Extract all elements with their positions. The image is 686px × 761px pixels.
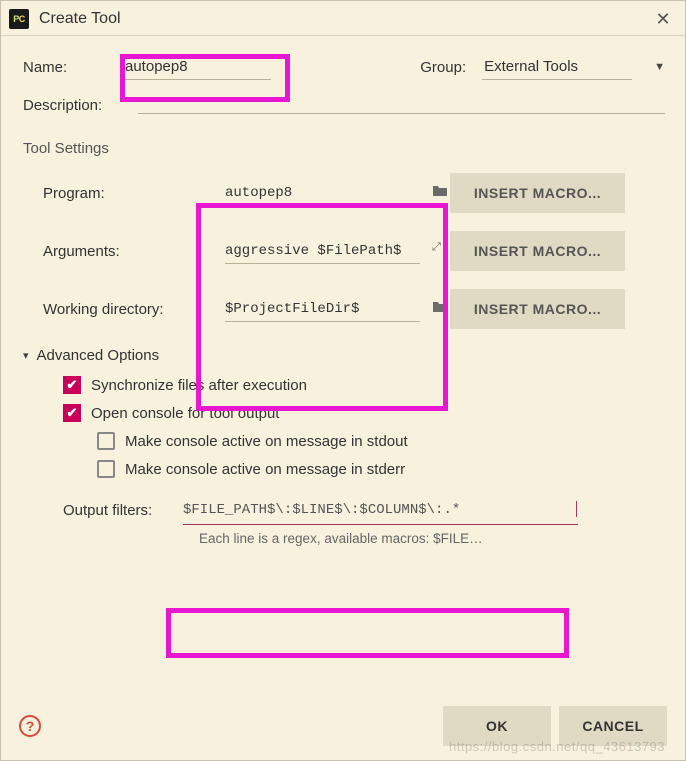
help-icon[interactable]: ? bbox=[19, 715, 41, 737]
option-open-console[interactable]: ✔ Open console for tool output bbox=[63, 404, 665, 422]
checkbox-empty-icon: ✔ bbox=[97, 432, 115, 450]
description-label: Description: bbox=[23, 97, 138, 114]
folder-icon[interactable] bbox=[432, 183, 448, 197]
insert-macro-arguments-button[interactable]: INSERT MACRO... bbox=[450, 231, 625, 271]
advanced-options-toggle[interactable]: ▾ Advanced Options bbox=[23, 347, 665, 364]
name-input[interactable] bbox=[123, 54, 271, 80]
insert-macro-workdir-button[interactable]: INSERT MACRO... bbox=[450, 289, 625, 329]
chevron-down-icon: ▾ bbox=[23, 349, 29, 362]
advanced-options-list: ✔ Synchronize files after execution ✔ Op… bbox=[23, 376, 665, 478]
arguments-label: Arguments: bbox=[43, 243, 225, 260]
checkbox-empty-icon: ✔ bbox=[97, 460, 115, 478]
name-label: Name: bbox=[23, 59, 123, 76]
output-filters-input[interactable] bbox=[183, 496, 578, 525]
folder-icon[interactable] bbox=[432, 299, 448, 313]
annotation-highlight bbox=[166, 608, 569, 658]
output-filters-label: Output filters: bbox=[63, 502, 183, 519]
program-label: Program: bbox=[43, 185, 225, 202]
create-tool-dialog: PC Create Tool ✕ Name: Group: ▼ Descript… bbox=[0, 0, 686, 761]
output-filters-hint: Each line is a regex, available macros: … bbox=[23, 531, 483, 546]
close-icon[interactable]: ✕ bbox=[651, 7, 675, 31]
checkbox-checked-icon: ✔ bbox=[63, 376, 81, 394]
arguments-input[interactable] bbox=[225, 239, 420, 264]
advanced-options-heading: Advanced Options bbox=[37, 347, 160, 364]
pycharm-icon: PC bbox=[9, 9, 29, 29]
chevron-down-icon[interactable]: ▼ bbox=[654, 61, 665, 73]
watermark-text: https://blog.csdn.net/qq_43613793 bbox=[449, 739, 665, 754]
tool-settings-heading: Tool Settings bbox=[23, 140, 665, 157]
titlebar: PC Create Tool ✕ bbox=[1, 1, 685, 36]
checkbox-checked-icon: ✔ bbox=[63, 404, 81, 422]
program-input[interactable] bbox=[225, 181, 420, 206]
expand-icon[interactable]: ⤢ bbox=[432, 241, 448, 255]
dialog-title: Create Tool bbox=[39, 10, 651, 28]
insert-macro-program-button[interactable]: INSERT MACRO... bbox=[450, 173, 625, 213]
dialog-content: Name: Group: ▼ Description: Tool Setting… bbox=[1, 36, 685, 556]
working-directory-input[interactable] bbox=[225, 297, 420, 322]
option-active-stderr[interactable]: ✔ Make console active on message in stde… bbox=[63, 460, 665, 478]
option-sync-files[interactable]: ✔ Synchronize files after execution bbox=[63, 376, 665, 394]
description-input[interactable] bbox=[138, 94, 665, 114]
tool-settings-grid: Program: INSERT MACRO... Arguments: ⤢ IN… bbox=[23, 173, 665, 329]
group-select[interactable] bbox=[482, 54, 632, 80]
group-label: Group: bbox=[420, 59, 466, 76]
working-directory-label: Working directory: bbox=[43, 301, 225, 318]
option-active-stdout[interactable]: ✔ Make console active on message in stdo… bbox=[63, 432, 665, 450]
